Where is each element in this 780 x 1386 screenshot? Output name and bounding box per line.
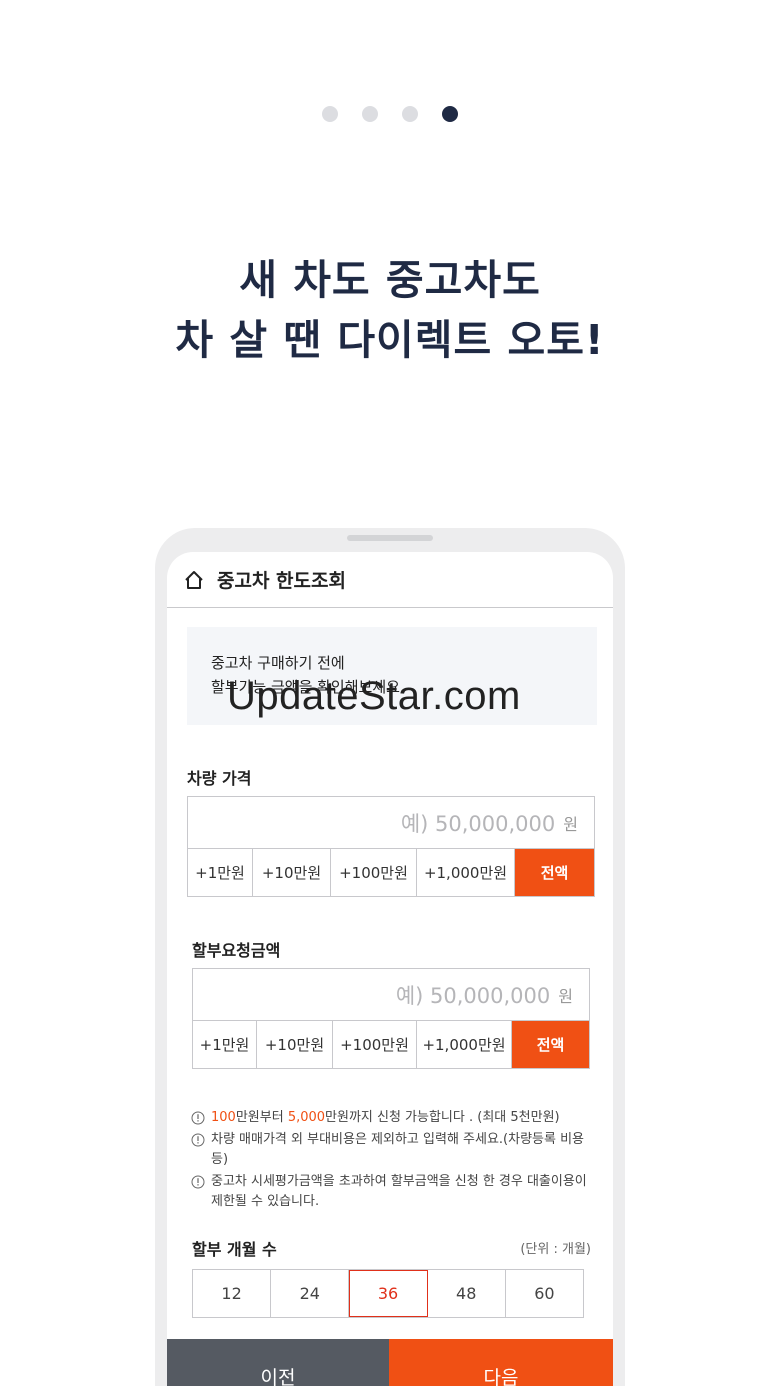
app-header: 중고차 한도조회 <box>167 552 613 608</box>
vehicle-add-10k-button[interactable]: +1만원 <box>188 849 253 896</box>
page-dot-2[interactable] <box>362 106 378 122</box>
page-dot-3[interactable] <box>402 106 418 122</box>
note-text-mid: 만원부터 <box>235 1110 288 1125</box>
page-indicator <box>0 106 780 122</box>
month-option-36-selected[interactable]: 36 <box>349 1270 428 1317</box>
vehicle-price-buttons: +1만원 +10만원 +100만원 +1,000만원 전액 <box>187 848 595 897</box>
info-circle-icon <box>191 1111 205 1125</box>
month-option-24[interactable]: 24 <box>271 1270 350 1317</box>
phone-screen: 중고차 한도조회 중고차 구매하기 전에 할부가능 금액을 확인해보세요. Up… <box>167 552 613 1386</box>
app-title: 중고차 한도조회 <box>217 570 346 592</box>
installment-add-10m-button[interactable]: +1,000만원 <box>417 1021 512 1068</box>
month-option-60[interactable]: 60 <box>506 1270 583 1317</box>
month-option-12[interactable]: 12 <box>193 1270 272 1317</box>
installment-amount-group: 예) 50,000,000 원 +1만원 +10만원 +100만원 +1,000… <box>192 968 590 1069</box>
vehicle-price-input[interactable]: 예) 50,000,000 원 <box>187 796 595 848</box>
installment-amount-placeholder: 예) 50,000,000 <box>395 983 551 1008</box>
note-text-rest: 만원까지 신청 가능합니다 . (최대 5천만원) <box>325 1110 560 1125</box>
vehicle-price-placeholder: 예) 50,000,000 <box>400 811 556 836</box>
phone-mockup: 중고차 한도조회 중고차 구매하기 전에 할부가능 금액을 확인해보세요. Up… <box>155 528 625 1386</box>
watermark: UpdateStar.com <box>227 674 521 718</box>
month-option-48[interactable]: 48 <box>428 1270 506 1317</box>
installment-add-10k-button[interactable]: +1만원 <box>193 1021 257 1068</box>
months-selector: 12 24 36 48 60 <box>192 1269 584 1318</box>
vehicle-price-unit: 원 <box>563 814 578 834</box>
note-item: 100만원부터 5,000만원까지 신청 가능합니다 . (최대 5천만원) <box>191 1108 591 1128</box>
next-button[interactable]: 다음 <box>389 1339 613 1386</box>
installment-add-100k-button[interactable]: +10만원 <box>257 1021 333 1068</box>
installment-amount-unit: 원 <box>558 986 573 1006</box>
months-unit-note: (단위 : 개월) <box>520 1242 591 1257</box>
page-dot-1[interactable] <box>322 106 338 122</box>
note-item: 중고차 시세평가금액을 초과하여 할부금액을 신청 한 경우 대출이용이 제한될… <box>191 1172 591 1212</box>
vehicle-add-1m-button[interactable]: +100만원 <box>331 849 417 896</box>
vehicle-full-amount-button[interactable]: 전액 <box>515 849 594 896</box>
notes-list: 100만원부터 5,000만원까지 신청 가능합니다 . (최대 5천만원) 차… <box>191 1108 591 1214</box>
info-circle-icon <box>191 1175 205 1189</box>
page-dot-4-active[interactable] <box>442 106 458 122</box>
headline: 새 차도 중고차도 차 살 땐 다이렉트 오토! <box>0 250 780 370</box>
installment-amount-label: 할부요청금액 <box>192 941 281 960</box>
home-icon[interactable] <box>183 569 205 591</box>
installment-months-label: 할부 개월 수 <box>192 1240 277 1259</box>
phone-speaker <box>347 535 433 541</box>
prev-button[interactable]: 이전 <box>167 1339 389 1386</box>
vehicle-price-group: 예) 50,000,000 원 +1만원 +10만원 +100만원 +1,000… <box>187 796 595 897</box>
notice-line-1: 중고차 구매하기 전에 <box>211 654 345 672</box>
note-text-2: 차량 매매가격 외 부대비용은 제외하고 입력해 주세요.(차량등록 비용 등) <box>211 1132 585 1167</box>
bottom-nav: 이전 다음 <box>167 1339 613 1386</box>
vehicle-price-label: 차량 가격 <box>187 769 252 788</box>
info-circle-icon <box>191 1133 205 1147</box>
installment-add-1m-button[interactable]: +100만원 <box>333 1021 417 1068</box>
installment-amount-input[interactable]: 예) 50,000,000 원 <box>192 968 590 1020</box>
note-min-amount: 100 <box>211 1110 236 1125</box>
headline-line-2: 차 살 땐 다이렉트 오토! <box>175 316 605 364</box>
note-text-3: 중고차 시세평가금액을 초과하여 할부금액을 신청 한 경우 대출이용이 제한될… <box>211 1174 587 1209</box>
note-max-amount: 5,000 <box>287 1110 326 1125</box>
vehicle-add-10m-button[interactable]: +1,000만원 <box>417 849 515 896</box>
note-text-1: 100만원부터 5,000만원까지 신청 가능합니다 . (최대 5천만원) <box>211 1108 560 1128</box>
note-item: 차량 매매가격 외 부대비용은 제외하고 입력해 주세요.(차량등록 비용 등) <box>191 1130 591 1170</box>
installment-full-amount-button[interactable]: 전액 <box>512 1021 589 1068</box>
headline-line-1: 새 차도 중고차도 <box>239 256 541 304</box>
vehicle-add-100k-button[interactable]: +10만원 <box>253 849 331 896</box>
installment-amount-buttons: +1만원 +10만원 +100만원 +1,000만원 전액 <box>192 1020 590 1069</box>
